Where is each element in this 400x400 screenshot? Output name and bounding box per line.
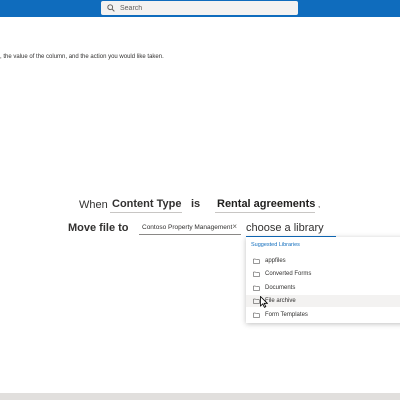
- value-selector[interactable]: Rental agreements: [217, 198, 315, 210]
- close-icon[interactable]: ×: [232, 222, 237, 231]
- operator-selector[interactable]: is: [191, 198, 200, 210]
- folder-icon: [253, 271, 260, 277]
- folder-icon: [253, 285, 260, 291]
- value-underline: [215, 212, 315, 213]
- column-underline: [110, 212, 182, 213]
- library-dropdown: Suggested Libraries appfiles Converted F…: [246, 237, 400, 323]
- dropdown-item-label: Documents: [265, 285, 296, 291]
- folder-icon: [253, 298, 260, 304]
- site-pill-label: Contoso Property Management: [142, 224, 233, 231]
- site-pill[interactable]: Contoso Property Management ×: [139, 221, 241, 235]
- dropdown-header: Suggested Libraries: [251, 242, 300, 248]
- dropdown-item[interactable]: appfiles: [246, 255, 400, 267]
- search-box[interactable]: [101, 1, 298, 15]
- dropdown-item[interactable]: Converted Forms: [246, 268, 400, 280]
- search-input[interactable]: [120, 2, 290, 14]
- column-selector[interactable]: Content Type: [112, 198, 181, 210]
- move-file-label: Move file to: [68, 222, 129, 234]
- dropdown-item-hovered[interactable]: File archive: [246, 295, 400, 307]
- when-label: When: [79, 199, 108, 211]
- mouse-pointer-icon: [260, 296, 268, 308]
- dropdown-item-label: Converted Forms: [265, 271, 312, 277]
- folder-icon: [253, 312, 260, 318]
- dropdown-item-label: Form Templates: [265, 312, 308, 318]
- bottom-bar: [0, 393, 400, 400]
- dropdown-item[interactable]: Documents: [246, 282, 400, 294]
- dropdown-item-label: File archive: [265, 298, 296, 304]
- top-bar: [0, 0, 400, 17]
- folder-icon: [253, 258, 260, 264]
- rule-comma: ,: [318, 200, 321, 209]
- dropdown-item-label: appfiles: [265, 258, 286, 264]
- dropdown-item[interactable]: Form Templates: [246, 309, 400, 321]
- library-input[interactable]: [246, 220, 336, 237]
- search-icon: [107, 4, 115, 12]
- instruction-text: , the value of the column, and the actio…: [0, 54, 164, 60]
